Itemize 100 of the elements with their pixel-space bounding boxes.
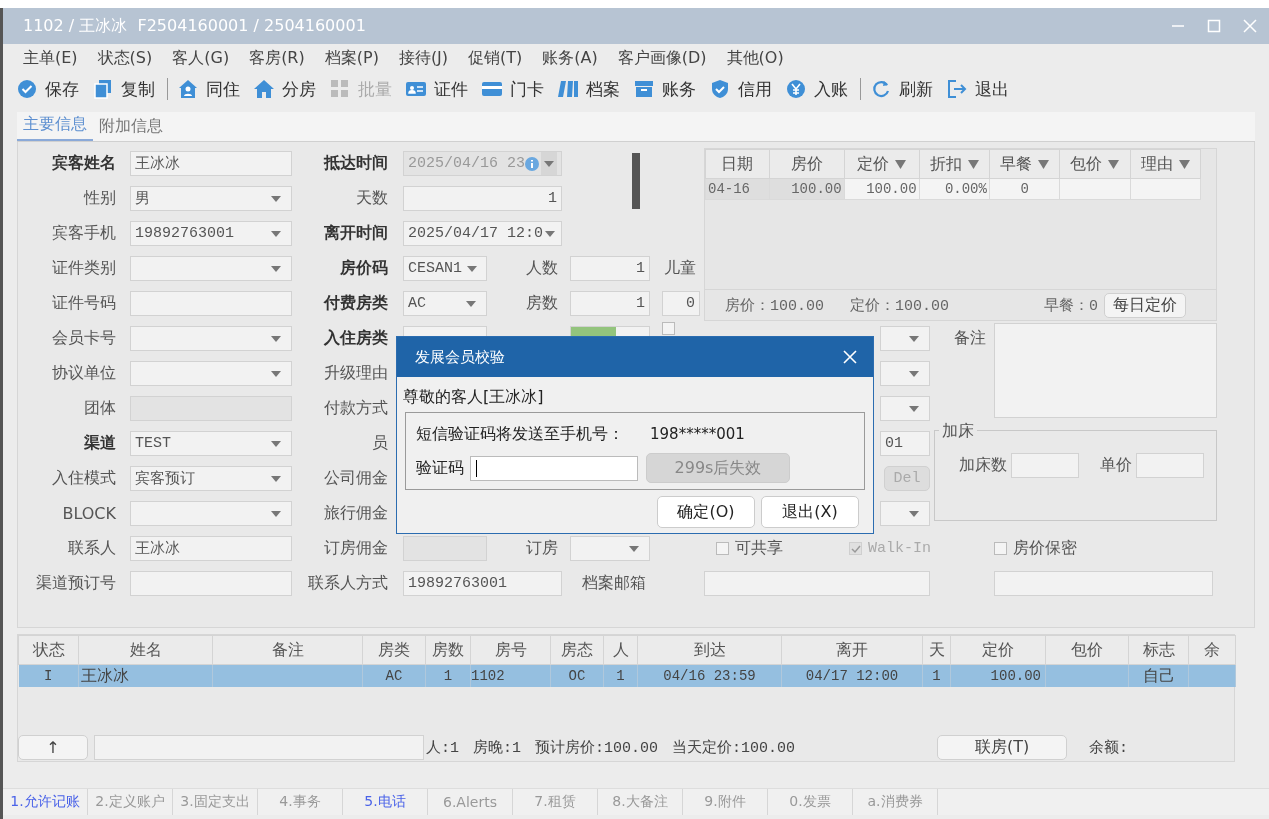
menu-item[interactable]: 主单(E) bbox=[17, 48, 86, 69]
toolbar-button[interactable]: 保存 bbox=[13, 75, 89, 103]
field-label: 订房佣金 bbox=[324, 538, 389, 559]
menu-item[interactable]: 接待(J) bbox=[392, 48, 457, 69]
dropdown-field[interactable] bbox=[130, 326, 292, 351]
column-header[interactable]: 房类 bbox=[362, 635, 426, 665]
toolbar-button[interactable]: 档案 bbox=[554, 75, 630, 103]
column-header[interactable]: 房价 bbox=[769, 149, 845, 179]
bottom-tab[interactable]: 5.电话 bbox=[343, 789, 428, 815]
toolbar-button[interactable]: 分房 bbox=[250, 75, 326, 103]
column-header[interactable]: 房态 bbox=[550, 635, 604, 665]
tab[interactable]: 附加信息 bbox=[93, 116, 169, 141]
toolbar-button[interactable]: 退出 bbox=[943, 75, 1019, 103]
column-header[interactable]: 定价 bbox=[844, 149, 920, 179]
checkbox[interactable] bbox=[662, 322, 675, 335]
field-label: 档案邮箱 bbox=[582, 573, 647, 594]
input-field[interactable]: 王冰冰 bbox=[130, 536, 292, 561]
column-header[interactable]: 包价 bbox=[1059, 149, 1131, 179]
input-field[interactable] bbox=[1010, 453, 1079, 478]
dropdown-field[interactable]: 男 bbox=[130, 186, 292, 211]
column-header[interactable]: 天 bbox=[922, 635, 951, 665]
menu-item[interactable]: 档案(P) bbox=[318, 48, 387, 69]
code-input-field[interactable] bbox=[470, 455, 638, 481]
table-row[interactable]: I 王冰冰 AC 1 1102 OC 1 04/16 23:59 04/17 12:00 1 100.00 自己 bbox=[18, 664, 1236, 687]
field-label: 付费房类 bbox=[324, 293, 389, 314]
column-header[interactable]: 备注 bbox=[212, 635, 363, 665]
column-header[interactable]: 房号 bbox=[470, 635, 551, 665]
dropdown-field[interactable]: CESAN1 bbox=[403, 256, 487, 281]
dropdown-field[interactable] bbox=[880, 326, 930, 351]
link-rooms-button[interactable]: 联房(T) bbox=[937, 734, 1068, 760]
dropdown-field[interactable] bbox=[570, 536, 650, 561]
menu-item[interactable]: 客房(R) bbox=[243, 48, 313, 69]
input-field[interactable]: 王冰冰 bbox=[130, 151, 292, 176]
column-header[interactable]: 姓名 bbox=[78, 635, 213, 665]
toolbar-button[interactable]: 复制 bbox=[89, 75, 165, 103]
menu-item[interactable]: 促销(T) bbox=[462, 48, 531, 69]
dropdown-field[interactable]: AC bbox=[403, 291, 487, 316]
column-header[interactable]: 日期 bbox=[705, 149, 770, 179]
dropdown-field[interactable] bbox=[130, 501, 292, 526]
toolbar-button[interactable]: 门卡 bbox=[478, 75, 554, 103]
column-header[interactable]: 理由 bbox=[1130, 149, 1201, 179]
input-field[interactable]: 01 bbox=[880, 431, 930, 456]
field-label: 付款方式 bbox=[324, 398, 389, 419]
input-field[interactable] bbox=[1136, 453, 1204, 478]
daily-rate-button[interactable]: 每日定价 bbox=[1104, 292, 1186, 318]
input-field[interactable] bbox=[130, 571, 292, 596]
toolbar-button[interactable]: 同住 bbox=[174, 75, 250, 103]
toolbar-button[interactable]: 证件 bbox=[402, 75, 478, 103]
input-field[interactable]: 1 bbox=[570, 256, 650, 281]
dropdown-field[interactable]: 2025/04/17 12:0 bbox=[403, 221, 562, 246]
dropdown-field[interactable]: 19892763001 bbox=[130, 221, 292, 246]
column-header[interactable]: 余 bbox=[1188, 635, 1236, 665]
menu-item[interactable]: 其他(O) bbox=[720, 48, 792, 69]
input-field[interactable]: 1 bbox=[403, 186, 562, 211]
dropdown-field[interactable] bbox=[880, 501, 930, 526]
column-header[interactable]: 人 bbox=[603, 635, 638, 665]
confirm-button[interactable]: 确定(O) bbox=[657, 496, 755, 528]
dropdown-field[interactable] bbox=[130, 256, 292, 281]
dropdown-arrow-icon bbox=[909, 405, 919, 412]
menu-item[interactable]: 状态(S) bbox=[91, 48, 161, 69]
up-button[interactable]: ↑ bbox=[18, 734, 88, 760]
column-header[interactable]: 房数 bbox=[425, 635, 471, 665]
remarks-field[interactable] bbox=[994, 323, 1217, 418]
input-field[interactable]: 19892763001 bbox=[403, 571, 562, 596]
input-field[interactable] bbox=[130, 291, 292, 316]
checkbox[interactable] bbox=[716, 542, 729, 555]
column-header[interactable]: 定价 bbox=[950, 635, 1046, 665]
toolbar-button[interactable]: 账务 bbox=[630, 75, 706, 103]
phone-number: 198*****001 bbox=[650, 425, 745, 443]
input-field[interactable] bbox=[94, 734, 424, 760]
column-header[interactable]: 折扣 bbox=[919, 149, 990, 179]
input-field[interactable] bbox=[704, 571, 930, 596]
shield-icon bbox=[710, 79, 730, 99]
column-header[interactable]: 包价 bbox=[1045, 635, 1129, 665]
input-field[interactable]: 0 bbox=[662, 291, 700, 316]
exit-button[interactable]: 退出(X) bbox=[761, 496, 859, 528]
dropdown-arrow-icon bbox=[271, 230, 281, 237]
menu-item[interactable]: 客户画像(D) bbox=[611, 48, 715, 69]
column-header[interactable]: 离开 bbox=[781, 635, 923, 665]
dropdown-field[interactable]: TEST bbox=[130, 431, 292, 456]
column-header[interactable]: 标志 bbox=[1128, 635, 1189, 665]
checkbox-label: 可共享 bbox=[735, 538, 783, 559]
toolbar-button[interactable]: 入账 bbox=[782, 75, 858, 103]
toolbar-button[interactable]: 信用 bbox=[706, 75, 782, 103]
field-label: 升级理由 bbox=[324, 363, 389, 384]
checkbox[interactable] bbox=[994, 542, 1007, 555]
dropdown-field[interactable] bbox=[130, 361, 292, 386]
column-header[interactable]: 早餐 bbox=[989, 149, 1060, 179]
bottom-tab[interactable]: 1.允许记账 bbox=[3, 789, 88, 815]
column-header[interactable]: 到达 bbox=[637, 635, 782, 665]
toolbar-button[interactable]: 刷新 bbox=[867, 75, 943, 103]
menu-item[interactable]: 客人(G) bbox=[166, 48, 238, 69]
dropdown-field[interactable] bbox=[880, 396, 930, 421]
menu-item[interactable]: 账务(A) bbox=[536, 48, 606, 69]
input-field[interactable]: 1 bbox=[570, 291, 650, 316]
field-label: 入住模式 bbox=[52, 468, 117, 489]
dropdown-field[interactable]: 宾客预订 bbox=[130, 466, 292, 491]
dropdown-field[interactable] bbox=[880, 361, 930, 386]
column-header[interactable]: 状态 bbox=[18, 635, 79, 665]
input-field[interactable] bbox=[994, 571, 1213, 596]
